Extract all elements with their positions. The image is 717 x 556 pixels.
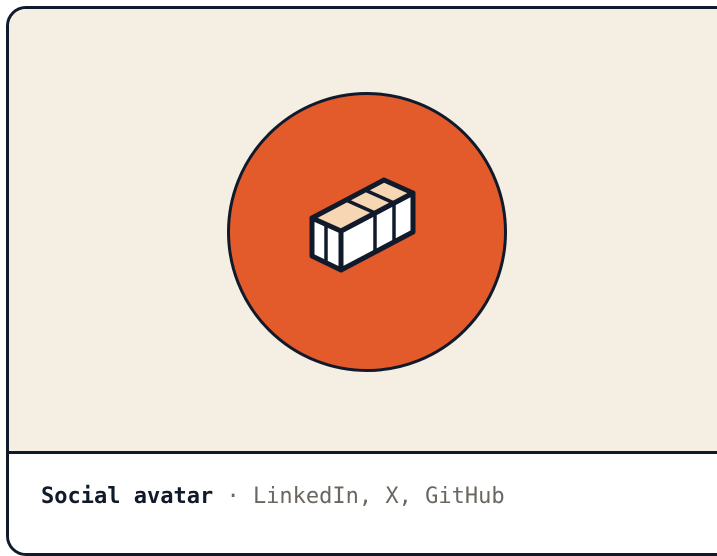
caption-separator: ·	[226, 484, 240, 509]
avatar-preview-area	[9, 9, 717, 454]
card-caption: Social avatar · LinkedIn, X, GitHub	[41, 484, 505, 509]
card-footer: Social avatar · LinkedIn, X, GitHub	[9, 454, 717, 553]
card-subtitle: LinkedIn, X, GitHub	[252, 484, 505, 509]
social-avatar-card: Social avatar · LinkedIn, X, GitHub	[6, 6, 717, 556]
card-title: Social avatar	[41, 484, 214, 509]
brick-icon	[309, 177, 416, 273]
avatar-circle	[227, 92, 507, 372]
